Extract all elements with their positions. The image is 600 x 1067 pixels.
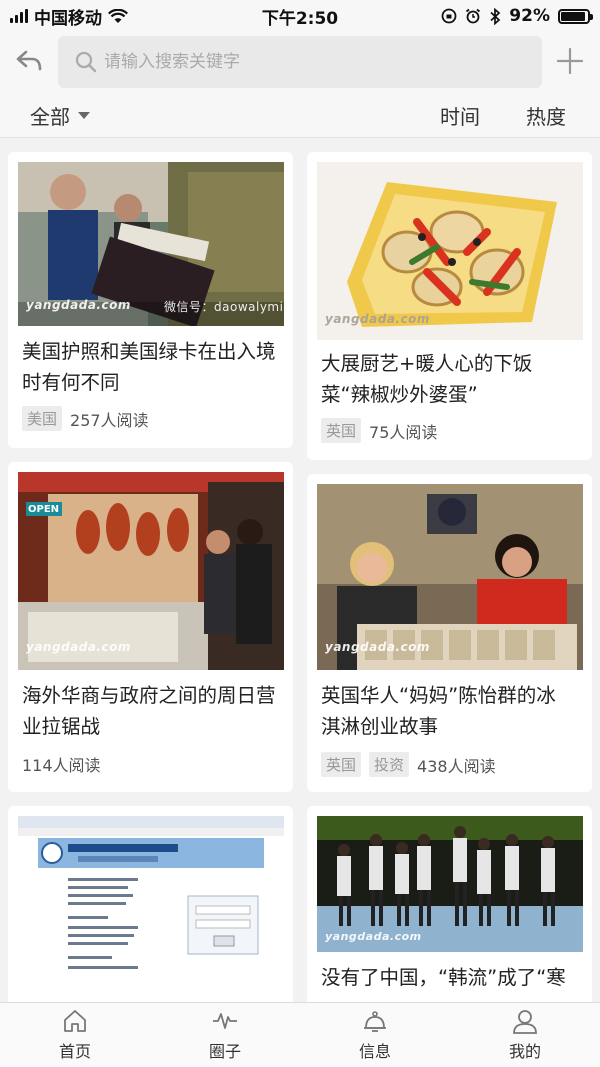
- nav-home-label: 首页: [58, 1042, 91, 1061]
- search-box[interactable]: [58, 36, 542, 88]
- article-card[interactable]: yangdada.com 微信号：daowalymin 美国护照和美国绿卡在出入…: [8, 152, 293, 448]
- article-card[interactable]: yangdada.com 没有了中国，“韩流”成了“寒: [307, 806, 592, 1002]
- sort-by-hot[interactable]: 热度: [526, 101, 566, 130]
- bottom-nav: 首页 圈子 信息 我的: [0, 1002, 600, 1067]
- image-sign: OPEN: [28, 504, 60, 515]
- article-meta: 美国 257人阅读: [22, 406, 149, 431]
- bell-icon: [364, 1011, 386, 1032]
- back-icon[interactable]: [14, 46, 44, 76]
- pulse-icon: [213, 1013, 237, 1029]
- article-meta: 114人阅读: [22, 752, 101, 776]
- article-title[interactable]: 美国护照和美国绿卡在出入境时有何不同: [22, 336, 276, 398]
- read-count: 257人阅读: [70, 410, 149, 430]
- search-icon: [75, 51, 97, 73]
- rotation-lock-icon: [441, 8, 457, 24]
- read-count: 114人阅读: [22, 756, 101, 775]
- nav-circle[interactable]: 圈子: [150, 1003, 300, 1067]
- caret-down-icon: [78, 112, 90, 119]
- article-card[interactable]: OPEN yangdada.com 海外华商与政府之间的周日营业拉锯战 114人…: [8, 462, 293, 792]
- battery-percent: 92%: [509, 6, 550, 26]
- read-count: 75人阅读: [369, 422, 438, 442]
- article-feed[interactable]: yangdada.com 微信号：daowalymin 美国护照和美国绿卡在出入…: [0, 138, 600, 1002]
- search-header: [0, 32, 600, 92]
- filter-bar: 全部 时间 热度: [0, 92, 600, 138]
- filter-all-dropdown[interactable]: 全部: [30, 101, 90, 130]
- user-icon: [513, 1010, 537, 1034]
- alarm-icon: [466, 8, 481, 24]
- signal-icon: [10, 9, 28, 23]
- article-card[interactable]: [8, 806, 293, 1002]
- read-count: 438人阅读: [417, 756, 496, 776]
- article-tag[interactable]: 投资: [369, 752, 410, 777]
- article-title[interactable]: 没有了中国，“韩流”成了“寒: [321, 962, 575, 993]
- article-title[interactable]: 英国华人“妈妈”陈怡群的冰淇淋创业故事: [321, 680, 575, 742]
- nav-circle-label: 圈子: [208, 1042, 241, 1061]
- article-meta: 英国 75人阅读: [321, 418, 437, 443]
- article-image-website: [18, 816, 284, 992]
- nav-mine-label: 我的: [508, 1042, 541, 1061]
- filter-all-label: 全部: [30, 105, 70, 129]
- article-title[interactable]: 大展厨艺+暖人心的下饭菜“辣椒炒外婆蛋”: [321, 348, 575, 410]
- article-tag[interactable]: 美国: [22, 406, 63, 431]
- article-tag[interactable]: 英国: [321, 418, 362, 443]
- nav-mine[interactable]: 我的: [450, 1003, 600, 1067]
- article-meta: 英国 投资 438人阅读: [321, 752, 496, 777]
- nav-messages[interactable]: 信息: [300, 1003, 450, 1067]
- article-card[interactable]: yangdada.com 大展厨艺+暖人心的下饭菜“辣椒炒外婆蛋” 英国 75人…: [307, 152, 592, 460]
- bluetooth-icon: [490, 7, 501, 25]
- carrier-label: 中国移动: [34, 8, 102, 29]
- nav-messages-label: 信息: [358, 1042, 391, 1061]
- wifi-icon: [108, 8, 128, 23]
- article-card[interactable]: yangdada.com 英国华人“妈妈”陈怡群的冰淇淋创业故事 英国 投资 4…: [307, 474, 592, 792]
- nav-home[interactable]: 首页: [0, 1003, 150, 1067]
- sort-by-time[interactable]: 时间: [440, 101, 480, 130]
- search-input[interactable]: [104, 52, 524, 72]
- add-icon[interactable]: [556, 47, 584, 75]
- battery-icon: [558, 8, 593, 24]
- home-icon: [64, 1010, 86, 1032]
- status-bar: 中国移动 下午2:50 92%: [0, 0, 600, 32]
- article-title[interactable]: 海外华商与政府之间的周日营业拉锯战: [22, 680, 276, 742]
- article-tag[interactable]: 英国: [321, 752, 362, 777]
